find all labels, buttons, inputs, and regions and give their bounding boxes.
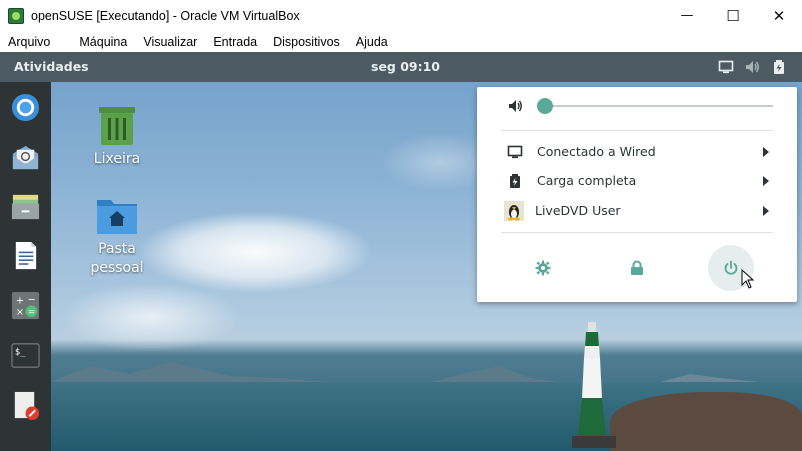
svg-text:×: ×	[16, 307, 24, 318]
terminal-icon[interactable]: $_	[10, 340, 41, 371]
virtualbox-window: openSUSE [Executando] - Oracle VM Virtua…	[0, 0, 802, 451]
desktop-icon-trash[interactable]: Lixeira	[82, 104, 152, 169]
close-button[interactable]: ✕	[756, 0, 802, 31]
network-wired-icon	[507, 145, 523, 159]
gnome-top-bar: Atividades seg 09:10	[0, 52, 802, 82]
svg-text:=: =	[28, 308, 35, 318]
submenu-arrow-icon	[763, 147, 769, 157]
clock[interactable]: seg 09:10	[371, 59, 440, 74]
volume-icon[interactable]	[744, 59, 760, 75]
menu-separator	[501, 130, 773, 131]
minimize-icon: —	[680, 8, 694, 23]
volume-icon	[509, 100, 522, 112]
virtualbox-app-icon	[8, 7, 24, 24]
wallpaper-rocks	[610, 392, 802, 451]
menu-item-label: Carga completa	[537, 173, 637, 188]
power-icon	[724, 260, 738, 275]
battery-icon[interactable]	[771, 59, 787, 75]
volume-slider-track[interactable]	[545, 105, 773, 107]
menu-arquivo[interactable]: Arquivo	[0, 35, 58, 49]
user-avatar-icon	[504, 201, 524, 221]
volume-slider-handle[interactable]	[537, 98, 553, 114]
menu-bar: Arquivo Máquina Visualizar Entrada Dispo…	[0, 31, 802, 52]
calculator-icon[interactable]: + − × =	[10, 290, 41, 321]
desktop-icon-home[interactable]: Pasta pessoal	[82, 194, 152, 278]
mail-icon[interactable]	[10, 142, 41, 173]
submenu-arrow-icon	[763, 176, 769, 186]
home-folder-icon	[97, 200, 137, 234]
menu-entrada[interactable]: Entrada	[205, 35, 265, 49]
desktop-icon-label: Lixeira	[93, 151, 141, 167]
menu-visualizar[interactable]: Visualizar	[135, 35, 205, 49]
trash-icon	[99, 107, 135, 145]
battery-icon	[510, 174, 520, 188]
menu-dispositivos[interactable]: Dispositivos	[265, 35, 348, 49]
activities-button[interactable]: Atividades	[14, 59, 89, 74]
svg-text:+: +	[16, 296, 24, 307]
menu-item-network[interactable]: Conectado a Wired	[477, 137, 797, 167]
wallpaper-cloud	[140, 212, 370, 292]
close-icon: ✕	[772, 6, 786, 25]
submenu-arrow-icon	[763, 206, 769, 216]
window-title: openSUSE [Executando] - Oracle VM Virtua…	[31, 8, 300, 23]
settings-icon	[535, 260, 551, 276]
dash-dock: + − × = $_	[0, 82, 51, 451]
menu-item-battery[interactable]: Carga completa	[477, 166, 797, 196]
menu-item-user[interactable]: LiveDVD User	[477, 196, 797, 226]
text-editor-icon[interactable]	[10, 390, 41, 421]
display-icon[interactable]	[718, 59, 734, 75]
svg-text:$_: $_	[15, 348, 26, 358]
svg-text:−: −	[27, 295, 35, 306]
wallpaper-cloud	[60, 282, 240, 352]
maximize-icon: ☐	[726, 6, 740, 25]
menu-maquina[interactable]: Máquina	[71, 35, 135, 49]
minimize-button[interactable]: —	[664, 0, 710, 31]
document-icon[interactable]	[10, 240, 41, 271]
lighthouse-image	[572, 322, 616, 448]
maximize-button[interactable]: ☐	[710, 0, 756, 31]
volume-row	[477, 87, 797, 127]
desktop-icon-label: Pasta pessoal	[90, 241, 144, 276]
mouse-cursor-icon	[741, 269, 755, 289]
lock-button[interactable]	[614, 245, 660, 291]
menu-item-label: LiveDVD User	[535, 203, 621, 218]
lock-icon	[631, 260, 643, 275]
menu-ajuda[interactable]: Ajuda	[348, 35, 396, 49]
guest-screen[interactable]: Atividades seg 09:10 + − × = $_ Lixeira …	[0, 52, 802, 451]
chromium-icon[interactable]	[10, 92, 41, 123]
menu-separator	[501, 232, 773, 233]
menu-item-label: Conectado a Wired	[537, 144, 656, 159]
files-icon[interactable]	[10, 191, 41, 222]
settings-button[interactable]	[520, 245, 566, 291]
